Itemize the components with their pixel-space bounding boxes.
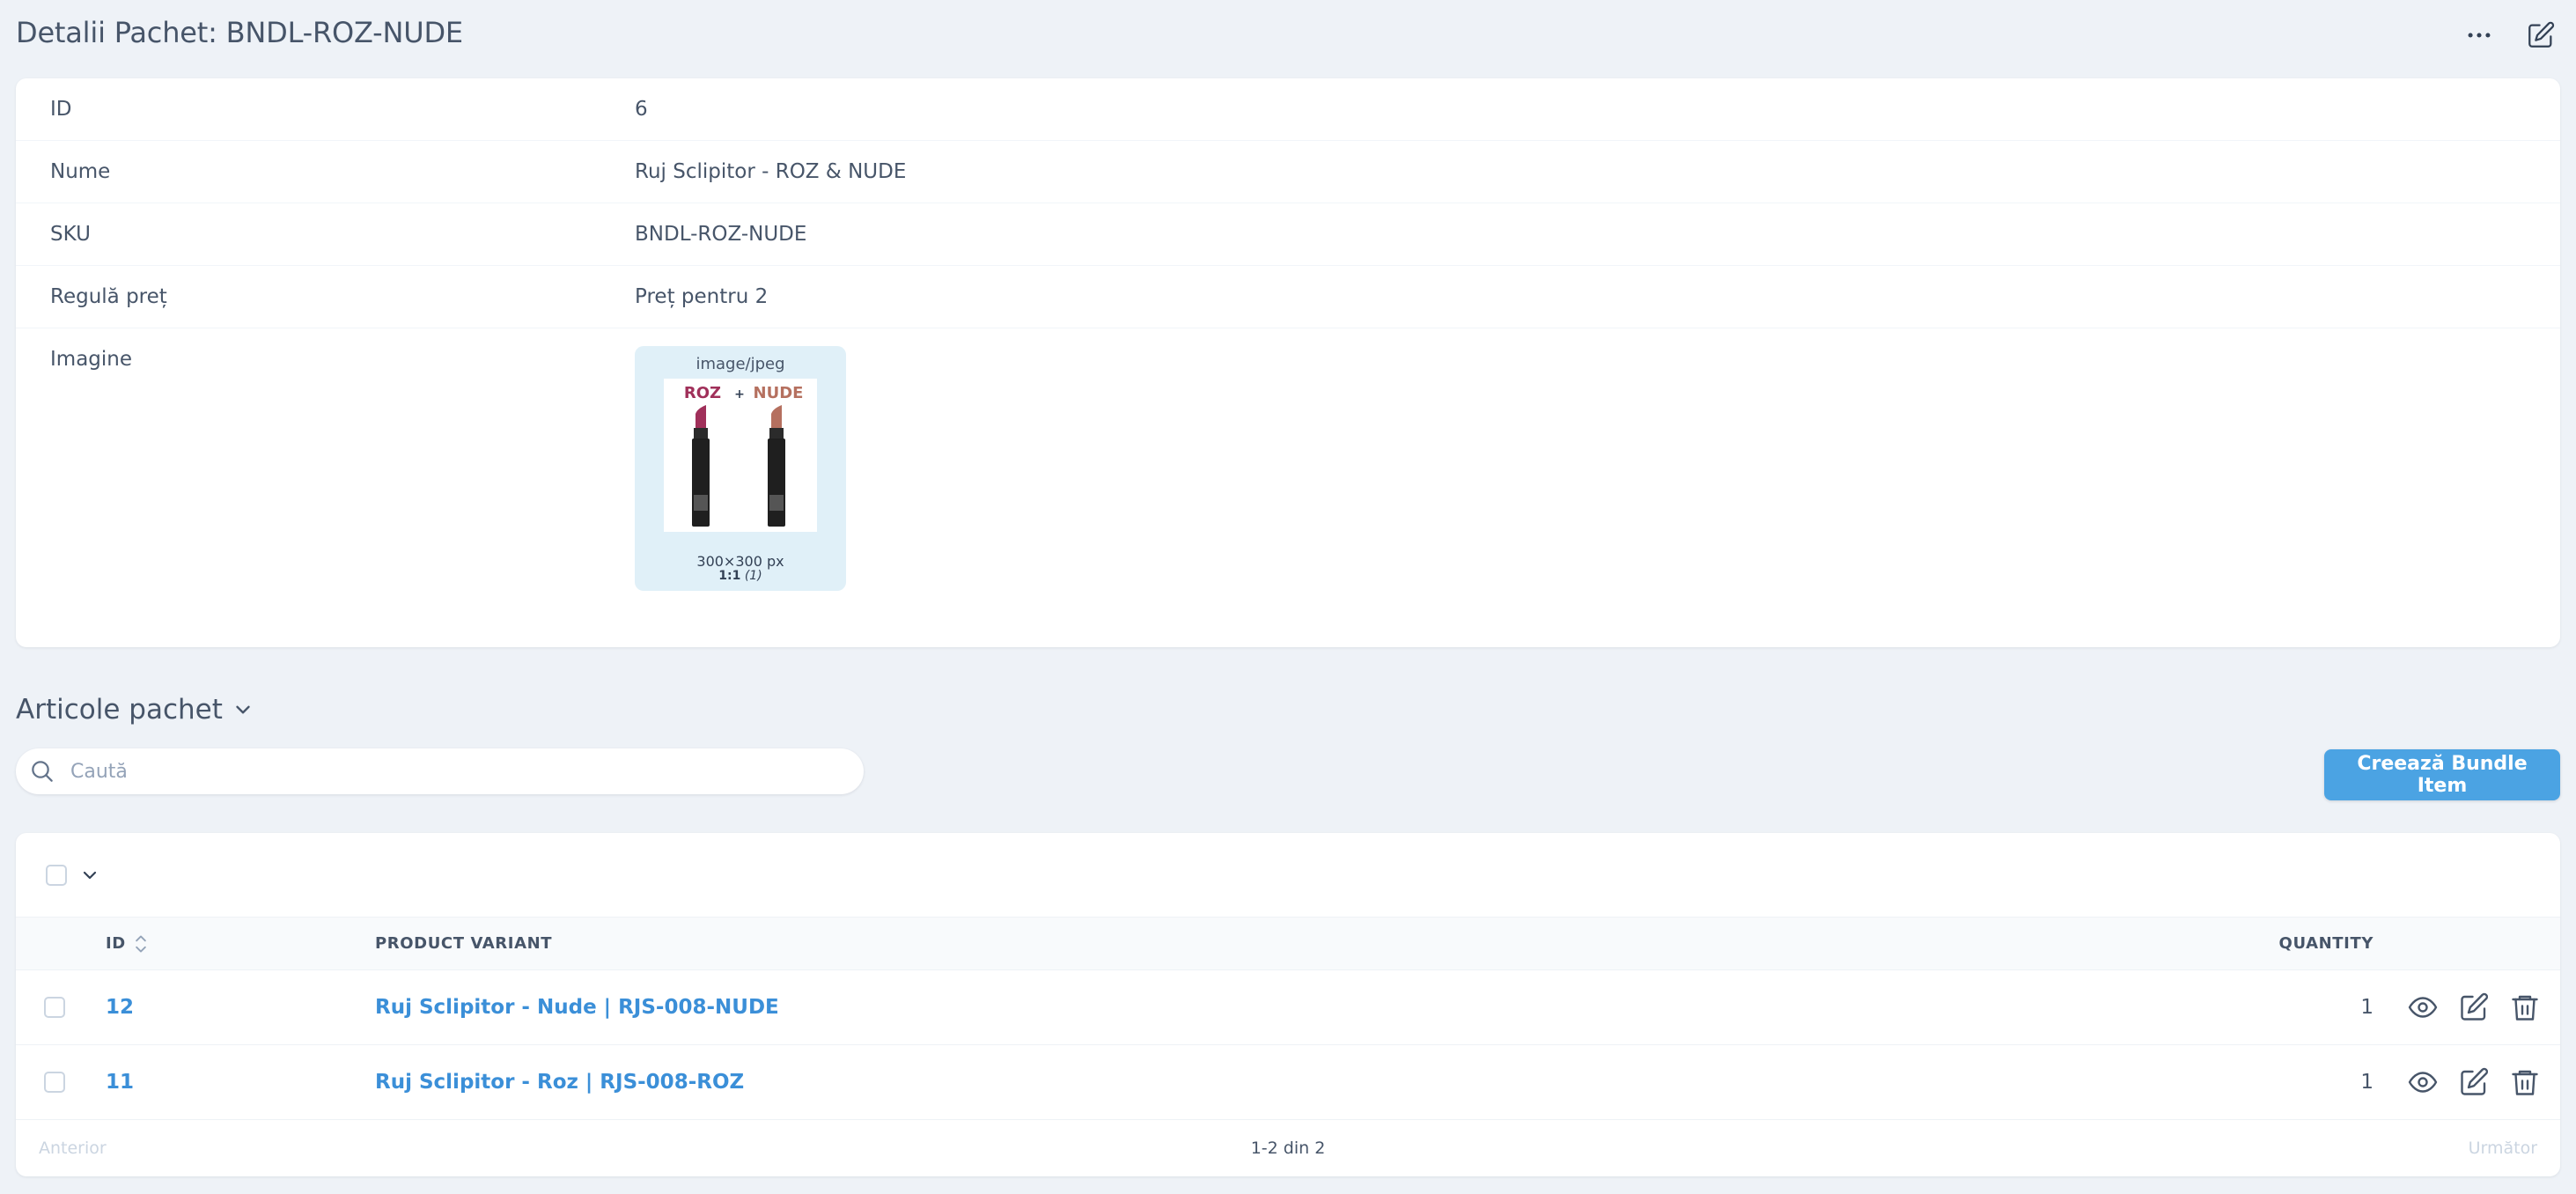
image-ratio: 1:1 (1) [718,569,762,583]
search-box [16,748,864,794]
bundle-details-card: ID 6 Nume Ruj Sclipitor - ROZ & NUDE SKU… [16,78,2560,647]
column-header-product-variant: PRODUCT VARIANT [375,934,553,953]
row-quantity: 1 [2360,1071,2374,1094]
pagination-info: 1-2 din 2 [1250,1139,1326,1158]
edit-icon[interactable] [2458,991,2490,1023]
detail-value: Preț pentru 2 [635,285,769,308]
table-toolbar [16,833,2560,918]
table-header: ID PRODUCT VARIANT QUANTITY [16,918,2560,970]
image-dimensions: 300×300 px [696,553,784,570]
sort-icon [136,935,146,952]
image-text-left: ROZ [684,384,721,402]
table-row: 12 Ruj Sclipitor - Nude | RJS-008-NUDE 1 [16,970,2560,1045]
bundle-items-table: ID PRODUCT VARIANT QUANTITY 12 Ruj Sclip… [16,833,2560,1176]
detail-label: SKU [50,223,91,246]
chevron-down-icon[interactable] [79,865,100,886]
column-header-quantity: QUANTITY [2278,934,2374,953]
detail-row-name: Nume Ruj Sclipitor - ROZ & NUDE [16,141,2560,203]
pagination: Anterior 1-2 din 2 Următor [16,1120,2560,1176]
eye-icon[interactable] [2407,1066,2439,1098]
lipstick-image: ROZ + NUDE [664,379,817,532]
lipstick-illustration: ROZ + NUDE [684,384,804,527]
detail-label: Nume [50,160,111,183]
column-header-id[interactable]: ID [106,934,149,954]
select-all-checkbox[interactable] [46,864,67,886]
bundle-items-section-toggle[interactable]: Articole pachet [16,694,254,726]
detail-row-image: Imagine image/jpeg ROZ + NUDE 300×300 px… [16,328,2560,591]
detail-label: ID [50,98,72,121]
search-icon [32,761,53,782]
row-product-variant-link[interactable]: Ruj Sclipitor - Nude | RJS-008-NUDE [375,996,779,1019]
detail-label: Imagine [50,348,132,371]
image-preview[interactable]: image/jpeg ROZ + NUDE 300×300 px 1:1 (1) [635,346,846,591]
row-checkbox[interactable] [44,997,65,1018]
detail-value: 6 [635,98,648,121]
row-id-link[interactable]: 12 [106,996,134,1019]
chevron-down-icon [236,705,250,714]
row-id-link[interactable]: 11 [106,1071,134,1094]
detail-row-price-rule: Regulă preț Preț pentru 2 [16,266,2560,328]
row-product-variant-link[interactable]: Ruj Sclipitor - Roz | RJS-008-ROZ [375,1071,744,1094]
ellipsis-icon [2468,33,2491,38]
more-actions-button[interactable] [2462,18,2497,53]
edit-bundle-button[interactable] [2523,18,2558,53]
row-checkbox[interactable] [44,1072,65,1093]
row-actions [2407,991,2541,1023]
trash-icon[interactable] [2509,991,2541,1023]
image-mime: image/jpeg [696,355,785,373]
search-input[interactable] [69,759,826,784]
detail-value: image/jpeg ROZ + NUDE 300×300 px 1:1 (1) [635,346,846,591]
detail-value: BNDL-ROZ-NUDE [635,223,807,246]
create-bundle-item-button[interactable]: Creează Bundle Item [2324,749,2560,800]
trash-icon[interactable] [2509,1066,2541,1098]
row-actions [2407,1066,2541,1098]
table-row: 11 Ruj Sclipitor - Roz | RJS-008-ROZ 1 [16,1045,2560,1120]
eye-icon[interactable] [2407,991,2439,1023]
section-title: Articole pachet [16,694,223,726]
detail-value: Ruj Sclipitor - ROZ & NUDE [635,160,907,183]
detail-label: Regulă preț [50,285,167,308]
row-quantity: 1 [2360,996,2374,1019]
page-title: Detalii Pachet: BNDL-ROZ-NUDE [16,16,463,49]
detail-row-sku: SKU BNDL-ROZ-NUDE [16,203,2560,266]
image-text-plus: + [734,387,745,402]
image-text-right: NUDE [754,384,804,402]
edit-icon [2528,21,2555,48]
edit-icon[interactable] [2458,1066,2490,1098]
detail-row-id: ID 6 [16,78,2560,141]
pagination-next[interactable]: Următor [2469,1139,2537,1158]
header-actions [2462,18,2558,53]
